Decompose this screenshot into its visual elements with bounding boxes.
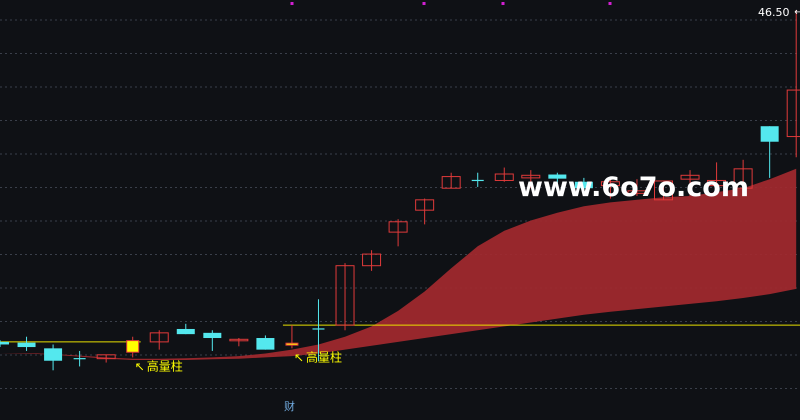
- volume-pillar-label: 高量柱: [306, 349, 342, 364]
- candle: [494, 167, 514, 182]
- candle: [149, 330, 169, 350]
- candle: [415, 198, 435, 225]
- max-price-label: 46.50: [758, 6, 790, 19]
- volume-pillar-body: [285, 342, 299, 346]
- candle-body: [44, 348, 63, 361]
- candle: [0, 340, 9, 348]
- candle: [96, 354, 116, 363]
- candle: [362, 250, 382, 271]
- signal-marker: [422, 2, 426, 5]
- candle-body: [176, 328, 195, 335]
- candle: [285, 325, 299, 349]
- candle: [229, 338, 249, 347]
- signal-marker: [608, 2, 612, 5]
- candle: [17, 336, 36, 351]
- candle: [176, 323, 195, 335]
- volume-pillar-body: [126, 340, 140, 353]
- volume-pillar-label: 高量柱: [147, 358, 183, 373]
- candle-body: [760, 126, 779, 142]
- candle: [73, 350, 86, 367]
- candlestick-chart: ↖ 高量柱↖ 高量柱← 46.50 www.6o7o.com 财: [0, 2, 800, 413]
- candle: [335, 263, 355, 331]
- max-arrow-glyph: ←: [794, 7, 800, 18]
- bottom-axis-label: 财: [284, 399, 295, 413]
- signal-marker: [290, 2, 294, 5]
- candle: [203, 330, 222, 351]
- candle: [471, 172, 484, 187]
- signal-marker: [501, 2, 505, 5]
- arrow-glyph: ↖: [294, 350, 304, 364]
- candle: [44, 344, 63, 371]
- top-markers: [290, 2, 612, 5]
- candle: [256, 335, 275, 350]
- candle-body: [0, 341, 9, 345]
- candle: [786, 10, 800, 158]
- candle-body: [17, 342, 36, 348]
- candle: [388, 219, 408, 247]
- candle: [126, 336, 140, 358]
- candle-body: [203, 332, 222, 339]
- watermark: www.6o7o.com: [518, 172, 749, 203]
- candle-body: [786, 89, 800, 138]
- candle: [441, 172, 461, 189]
- candle: [760, 126, 779, 178]
- arrow-glyph: ↖: [135, 359, 145, 373]
- candle-body: [256, 338, 275, 350]
- chart-stage: ↖ 高量柱 ↖ 高量柱 ← 46.50 www.6o7o.com 财: [0, 0, 800, 415]
